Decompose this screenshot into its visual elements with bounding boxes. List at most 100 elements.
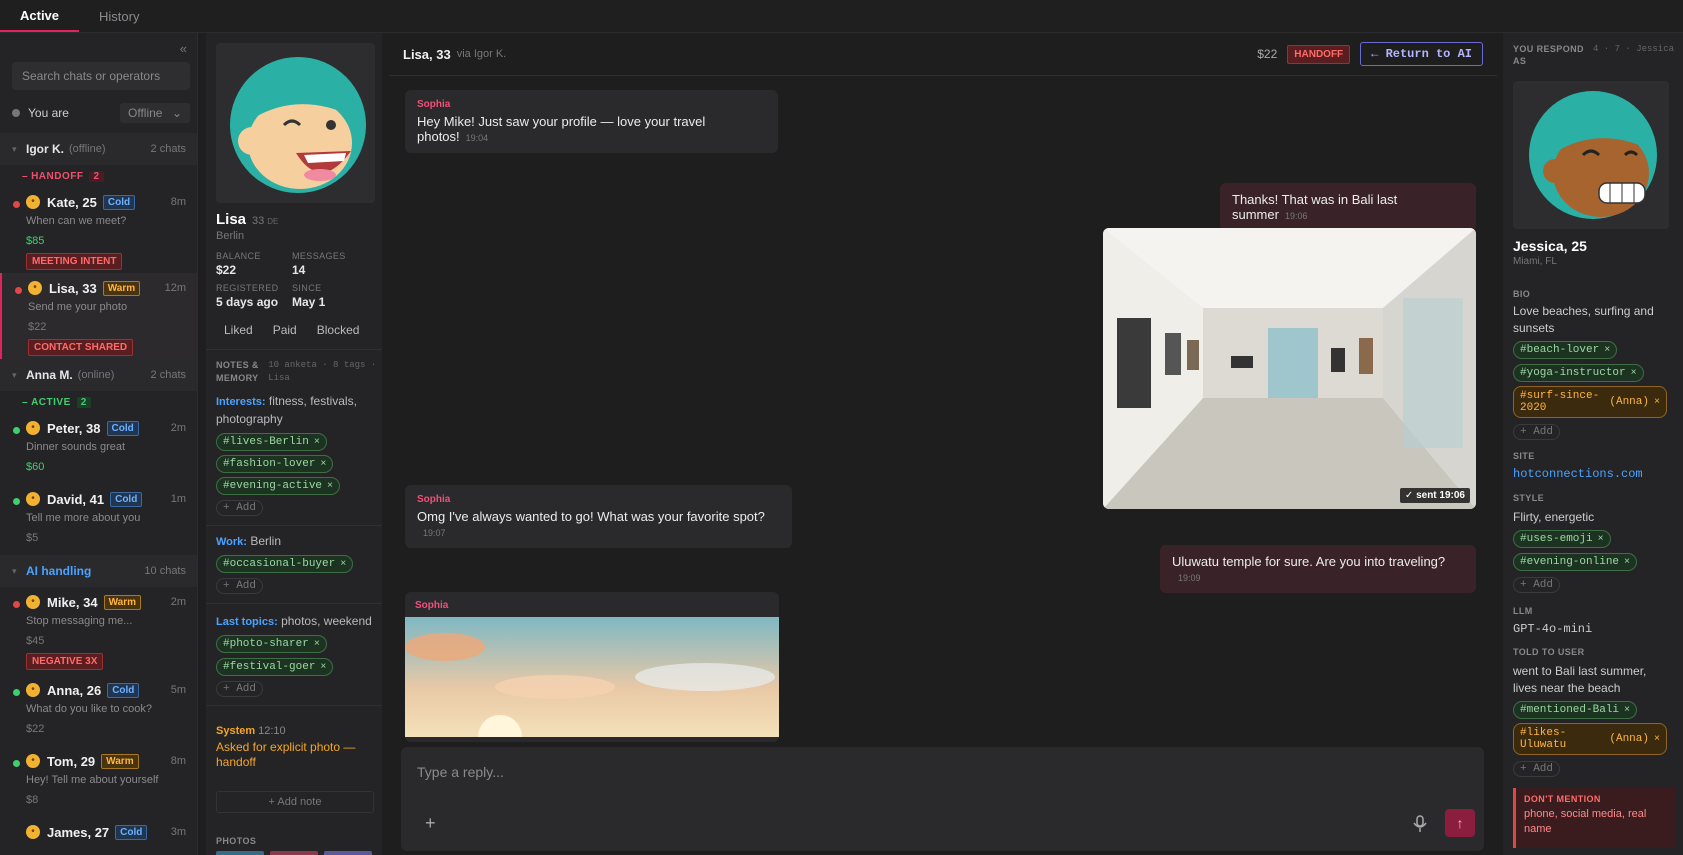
temp-badge: Cold: [102, 194, 136, 210]
site-link[interactable]: hotconnections.com: [1513, 467, 1643, 481]
tag-chip[interactable]: #festival-goer ×: [216, 658, 334, 676]
group-ai-handling[interactable]: ▾ AI handling 10 chats: [0, 555, 197, 587]
status-dot: [13, 760, 20, 767]
send-button[interactable]: ↑: [1445, 809, 1475, 837]
stat-label: MESSAGES: [292, 251, 346, 261]
group-igor[interactable]: ▾ Igor K. (offline) 2 chats: [0, 133, 197, 165]
add-tag-button[interactable]: + Add: [216, 500, 264, 516]
add-tag-button[interactable]: + Add: [1513, 577, 1561, 593]
you-are-label: You are: [28, 106, 69, 120]
chat-item-lisa[interactable]: • Lisa, 33 Warm 12m Send me your photo $22 …: [0, 273, 197, 359]
add-tag-button[interactable]: + Add: [1513, 761, 1561, 777]
chat-name: Peter, 38: [47, 420, 101, 436]
gallery-photo-image: [1103, 228, 1476, 509]
tag-chip[interactable]: #mentioned-Bali ×: [1513, 701, 1638, 719]
remove-icon[interactable]: ×: [1598, 534, 1604, 545]
tag-text: #beach-lover: [1520, 344, 1600, 356]
sent-photo[interactable]: ✓ sent 19:06: [1103, 228, 1476, 509]
remove-icon[interactable]: ×: [1654, 397, 1660, 408]
mood-emoji-icon: •: [26, 195, 40, 209]
add-tag-button[interactable]: + Add: [1513, 424, 1561, 440]
microphone-icon[interactable]: [1413, 815, 1427, 833]
tag-chip[interactable]: #yoga-instructor ×: [1513, 364, 1644, 382]
temp-badge: Cold: [107, 682, 140, 698]
tab-blocked[interactable]: Blocked: [309, 319, 368, 341]
tag-chip[interactable]: #beach-lover ×: [1513, 341, 1618, 359]
chat-time: 2m: [170, 422, 186, 434]
chat-name: James, 27: [47, 824, 110, 840]
stat-since: SINCE May 1: [292, 283, 325, 309]
chat-item-peter[interactable]: • Peter, 38 Cold 2m Dinner sounds great $60: [0, 413, 197, 484]
stat-value: May 1: [292, 295, 326, 309]
mood-emoji-icon: •: [26, 825, 40, 839]
remove-icon[interactable]: ×: [314, 437, 320, 448]
tag-chip-pending[interactable]: #surf-since-2020 (Anna) ×: [1513, 386, 1667, 418]
remove-icon[interactable]: ×: [1631, 368, 1637, 379]
chat-item-mike[interactable]: • Mike, 34 Warm 2m Stop messaging me... $45…: [0, 587, 197, 675]
photo-thumb[interactable]: [324, 851, 372, 855]
photos-label: PHOTOS: [216, 836, 257, 846]
user-name-line: Lisa 33 DE: [216, 211, 278, 228]
chat-time: 3m: [170, 826, 186, 838]
mood-emoji-icon: •: [28, 281, 42, 295]
system-time: 12:10: [258, 725, 286, 737]
remove-icon[interactable]: ×: [320, 459, 326, 470]
alert-badge: NEGATIVE 3X: [26, 653, 104, 670]
remove-icon[interactable]: ×: [327, 481, 333, 492]
alert-badge: MEETING INTENT: [26, 253, 123, 270]
message-incoming-photo[interactable]: Sophia: [405, 592, 779, 742]
note-value: Berlin: [250, 534, 281, 548]
photo-thumb[interactable]: [270, 851, 318, 855]
collapse-sidebar-icon[interactable]: «: [180, 41, 187, 56]
chat-groups: ▾ Igor K. (offline) 2 chats – HANDOFF 2 •…: [0, 133, 197, 847]
chat-item-david[interactable]: • David, 41 Cold 1m Tell me more about you …: [0, 484, 197, 555]
tag-chip[interactable]: #fashion-lover ×: [216, 455, 334, 473]
photo-thumb[interactable]: [216, 851, 264, 855]
attach-plus-icon[interactable]: +: [425, 813, 436, 834]
remove-icon[interactable]: ×: [1624, 705, 1630, 716]
site-label: SITE: [1513, 451, 1535, 461]
mood-emoji-icon: •: [26, 683, 40, 697]
remove-icon[interactable]: ×: [340, 559, 346, 570]
tab-history[interactable]: History: [79, 0, 159, 32]
tag-chip[interactable]: #evening-online ×: [1513, 553, 1638, 571]
remove-icon[interactable]: ×: [1604, 345, 1610, 356]
return-to-ai-button[interactable]: ← Return to AI: [1360, 42, 1483, 66]
group-anna[interactable]: ▾ Anna M. (online) 2 chats: [0, 359, 197, 391]
tag-chip[interactable]: #evening-active ×: [216, 477, 341, 495]
stat-label: REGISTERED: [216, 283, 279, 293]
tag-chip[interactable]: #photo-sharer ×: [216, 635, 327, 653]
subgroup-count: 2: [76, 396, 91, 408]
chat-preview: Dinner sounds great: [26, 441, 126, 453]
add-tag-button[interactable]: + Add: [216, 578, 264, 594]
subgroup-handoff[interactable]: – HANDOFF 2: [0, 165, 197, 187]
tag-chip[interactable]: #occasional-buyer ×: [216, 555, 354, 573]
chat-title: Lisa, 33: [403, 46, 451, 62]
status-select[interactable]: Offline ⌄: [120, 103, 190, 123]
chat-item-tom[interactable]: • Tom, 29 Warm 8m Hey! Tell me about yourse…: [0, 746, 197, 817]
subgroup-active[interactable]: – ACTIVE 2: [0, 391, 197, 413]
chat-amount: $85: [26, 235, 45, 247]
remove-icon[interactable]: ×: [1624, 557, 1630, 568]
add-note-button[interactable]: + Add note: [216, 791, 374, 813]
tag-chip[interactable]: #uses-emoji ×: [1513, 530, 1611, 548]
chat-item-anna[interactable]: • Anna, 26 Cold 5m What do you like to cook…: [0, 675, 197, 746]
tab-paid[interactable]: Paid: [265, 319, 305, 341]
add-tag-button[interactable]: + Add: [216, 681, 264, 697]
chat-item-james[interactable]: • James, 27 Cold 3m: [0, 817, 197, 847]
system-label: System: [216, 725, 256, 737]
remove-icon[interactable]: ×: [320, 662, 326, 673]
search-input[interactable]: [12, 62, 190, 90]
tab-active[interactable]: Active: [0, 0, 80, 32]
tag-chip-pending[interactable]: #likes-Uluwatu (Anna) ×: [1513, 723, 1667, 755]
chat-preview: Tell me more about you: [26, 512, 141, 524]
tab-liked[interactable]: Liked: [216, 319, 261, 341]
status-dot: [12, 109, 20, 117]
remove-icon[interactable]: ×: [1654, 734, 1660, 745]
tag-chip[interactable]: #lives-Berlin ×: [216, 433, 327, 451]
remove-icon[interactable]: ×: [314, 639, 320, 650]
group-name: Igor K.: [26, 142, 64, 156]
chat-item-kate[interactable]: • Kate, 25 Cold 8m When can we meet? $85 ME…: [0, 187, 197, 273]
reply-input[interactable]: Type a reply...: [417, 764, 504, 780]
status-dot: [13, 427, 20, 434]
